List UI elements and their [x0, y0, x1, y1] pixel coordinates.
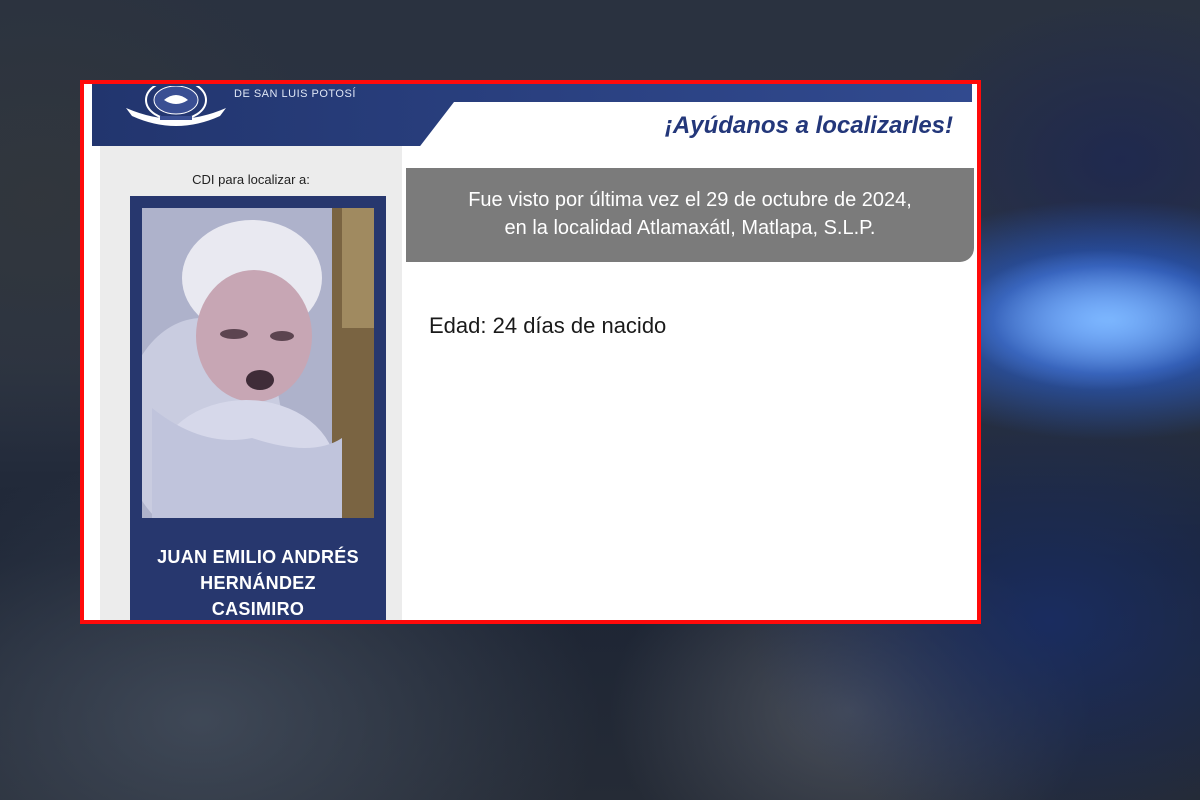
poster-slogan: ¡Ayúdanos a localizarles! [664, 112, 953, 139]
missing-person-poster: DE SAN LUIS POTOSÍ ¡Ayúdanos a localizar… [80, 80, 981, 624]
baby-photo-illustration [142, 208, 374, 518]
name-line-2: HERNÁNDEZ [200, 573, 316, 593]
left-column: CDI para localizar a: JUAN EMILIO ANDRÉS… [100, 146, 402, 620]
baby-photo [142, 208, 374, 518]
missing-person-name: JUAN EMILIO ANDRÉS HERNÁNDEZ CASIMIRO [130, 544, 386, 620]
photo-panel: JUAN EMILIO ANDRÉS HERNÁNDEZ CASIMIRO [130, 196, 386, 620]
poster-card: DE SAN LUIS POTOSÍ ¡Ayúdanos a localizar… [84, 84, 977, 620]
last-seen-box: Fue visto por última vez el 29 de octubr… [406, 168, 974, 262]
age-text: Edad: 24 días de nacido [429, 313, 667, 338]
state-seal-logo [126, 86, 226, 126]
last-seen-line-2: en la localidad Atlamaxátl, Matlapa, S.L… [504, 217, 876, 239]
cdi-label: CDI para localizar a: [192, 172, 310, 187]
last-seen-text: Fue visto por última vez el 29 de octubr… [406, 186, 974, 242]
name-line-3: CASIMIRO [211, 599, 305, 619]
agency-name: DE SAN LUIS POTOSÍ [234, 88, 356, 100]
last-seen-line-1: Fue visto por última vez el 29 de octubr… [468, 189, 912, 211]
name-line-1: JUAN EMILIO ANDRÉS [157, 547, 359, 567]
